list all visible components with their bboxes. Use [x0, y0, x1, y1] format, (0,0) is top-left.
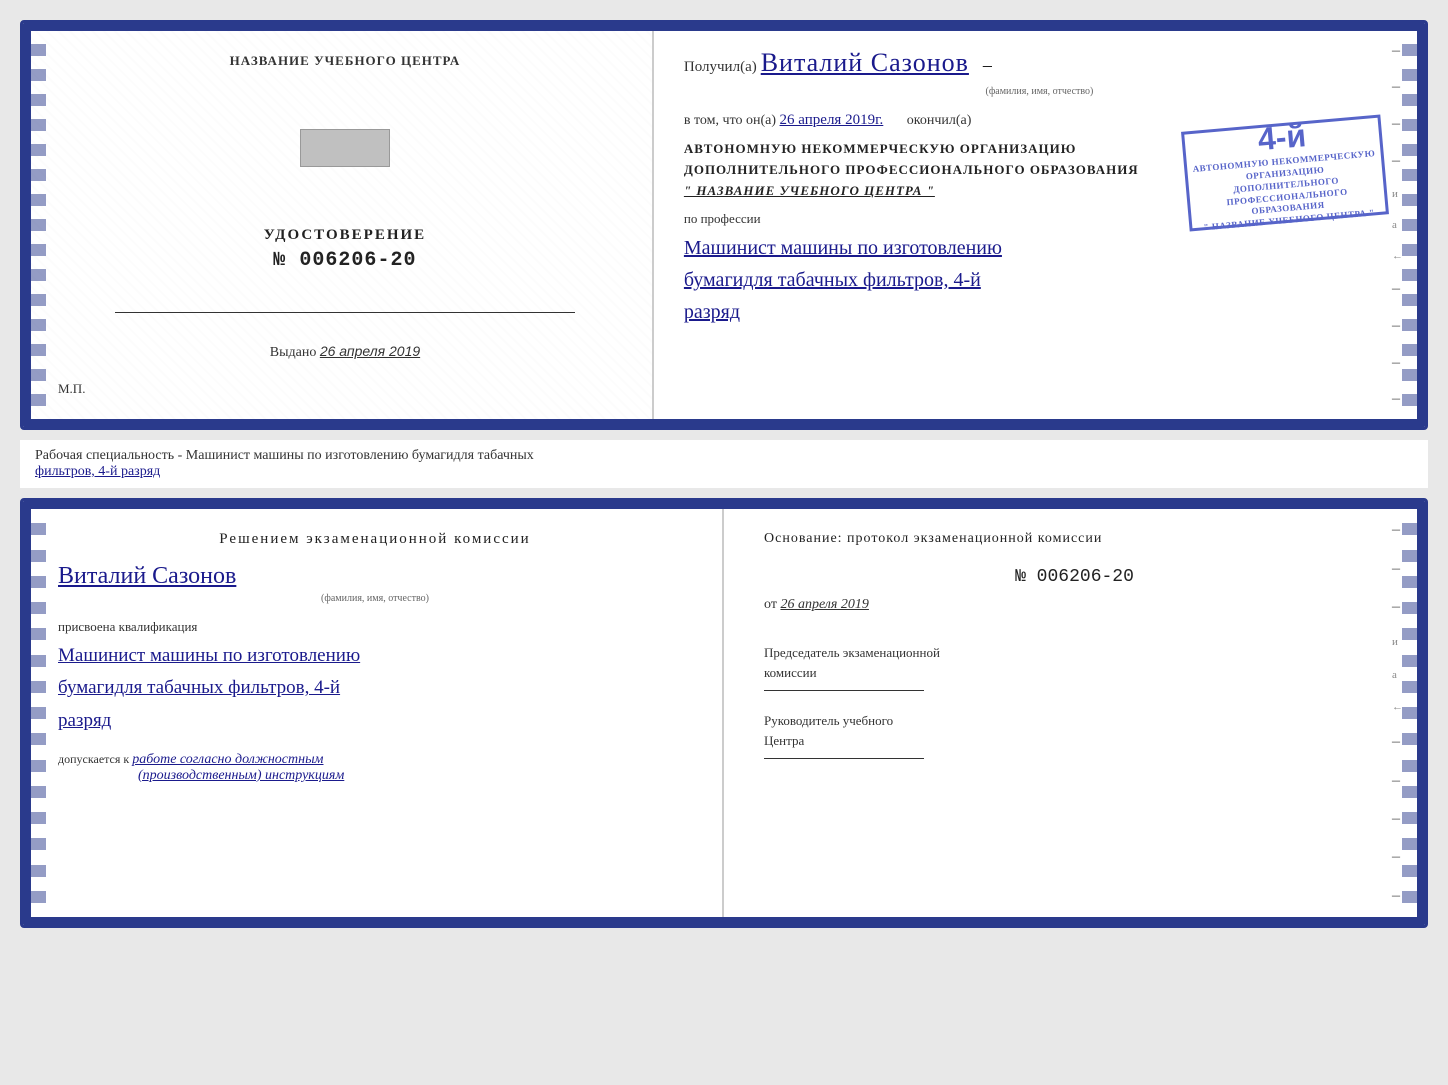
- qual-line2: бумагидля табачных фильтров, 4-й: [58, 672, 692, 704]
- vydano-date: 26 апреля 2019: [320, 343, 420, 359]
- dopuskaetsya-val: работе согласно должностным: [132, 752, 323, 767]
- profession-line2-top: бумагидля табачных фильтров, 4-й: [684, 264, 1395, 296]
- profession-line1-top: Машинист машины по изготовлению: [684, 232, 1395, 264]
- ot-date-val: 26 апреля 2019: [780, 597, 868, 612]
- mp-label: М.П.: [58, 361, 85, 397]
- vydano-prefix: Выдано: [270, 345, 317, 360]
- qualification-block: Машинист машины по изготовлению бумагидл…: [58, 640, 692, 737]
- top-cert-right: –––– и а ← –––– 4-й АВТОНОМНУЮ НЕКОММЕРЧ…: [654, 23, 1425, 427]
- stamp-large-number: 4-й: [1256, 118, 1307, 159]
- profession-line3-top: разряд: [684, 296, 1395, 328]
- okonchil: окончил(а): [907, 113, 972, 128]
- protokol-number: № 006206-20: [764, 567, 1385, 587]
- right-border-texture-bottom: [1402, 509, 1417, 917]
- cert-number-top: № 006206-20: [273, 249, 416, 272]
- photo-box: [300, 129, 390, 167]
- udostoverenie-label: УДОСТОВЕРЕНИЕ: [264, 227, 427, 244]
- top-cert-left: НАЗВАНИЕ УЧЕБНОГО ЦЕНТРА УДОСТОВЕРЕНИЕ №…: [23, 23, 654, 427]
- stamp: 4-й АВТОНОМНУЮ НЕКОММЕРЧЕСКУЮ ОРГАНИЗАЦИ…: [1181, 114, 1389, 231]
- dopuskaetsya-prefix: допускается к: [58, 752, 129, 766]
- prisvoena-label: присвоена квалификация: [58, 619, 692, 635]
- fio-subtitle-bottom: (фамилия, имя, отчество): [58, 593, 692, 604]
- fio-subtitle-top: (фамилия, имя, отчество): [684, 86, 1395, 97]
- ot-prefix: от: [764, 597, 777, 612]
- vtom-date: 26 апреля 2019г.: [780, 112, 884, 128]
- school-name-label-top: НАЗВАНИЕ УЧЕБНОГО ЦЕНТРА: [230, 53, 461, 69]
- qual-line3: разряд: [58, 705, 692, 737]
- bottom-certificate: Решением экзаменационной комиссии Витали…: [20, 498, 1428, 928]
- dopuskaetsya-block: допускается к работе согласно должностны…: [58, 752, 692, 784]
- profession-top: Машинист машины по изготовлению бумагидл…: [684, 232, 1395, 328]
- resheniyem-title: Решением экзаменационной комиссии: [58, 531, 692, 548]
- left-border-texture: [31, 31, 46, 419]
- qual-line1: Машинист машины по изготовлению: [58, 640, 692, 672]
- divider-1: [115, 312, 574, 313]
- recipient-name-top: Виталий Сазонов: [761, 48, 969, 77]
- poluchil-block: Получил(а) Виталий Сазонов –: [684, 48, 1395, 78]
- vydano-line: Выдано 26 апреля 2019: [270, 343, 420, 361]
- predsedatel-label: Председатель экзаменационной комиссии: [764, 643, 1385, 682]
- dopuskaetsya-val2: (производственным) инструкциям: [138, 768, 344, 783]
- left-border-texture-bottom: [31, 509, 46, 917]
- top-certificate: НАЗВАНИЕ УЧЕБНОГО ЦЕНТРА УДОСТОВЕРЕНИЕ №…: [20, 20, 1428, 430]
- dash-top: –: [983, 55, 992, 75]
- ot-date-block: от 26 апреля 2019: [764, 597, 1385, 613]
- predsedatel-signature-line: [764, 690, 924, 691]
- middle-label: Рабочая специальность - Машинист машины …: [20, 440, 1428, 488]
- osnovanie-title: Основание: протокол экзаменационной коми…: [764, 531, 1385, 547]
- poluchil-prefix: Получил(а): [684, 59, 757, 75]
- recipient-bottom-block: Виталий Сазонов: [58, 563, 692, 590]
- rukovoditel-label: Руководитель учебного Центра: [764, 711, 1385, 750]
- right-border-texture: [1402, 31, 1417, 419]
- vtom-prefix: в том, что он(а): [684, 113, 776, 128]
- middle-text-prefix: Рабочая специальность - Машинист машины …: [35, 448, 534, 463]
- bottom-cert-right: ––– и а ← ––––– Основание: протокол экза…: [724, 501, 1425, 925]
- bottom-cert-left: Решением экзаменационной комиссии Витали…: [23, 501, 724, 925]
- recipient-name-bottom: Виталий Сазонов: [58, 563, 692, 590]
- page-wrapper: НАЗВАНИЕ УЧЕБНОГО ЦЕНТРА УДОСТОВЕРЕНИЕ №…: [20, 20, 1428, 928]
- middle-text-underline: фильтров, 4-й разряд: [35, 464, 160, 479]
- rukovoditel-signature-line: [764, 758, 924, 759]
